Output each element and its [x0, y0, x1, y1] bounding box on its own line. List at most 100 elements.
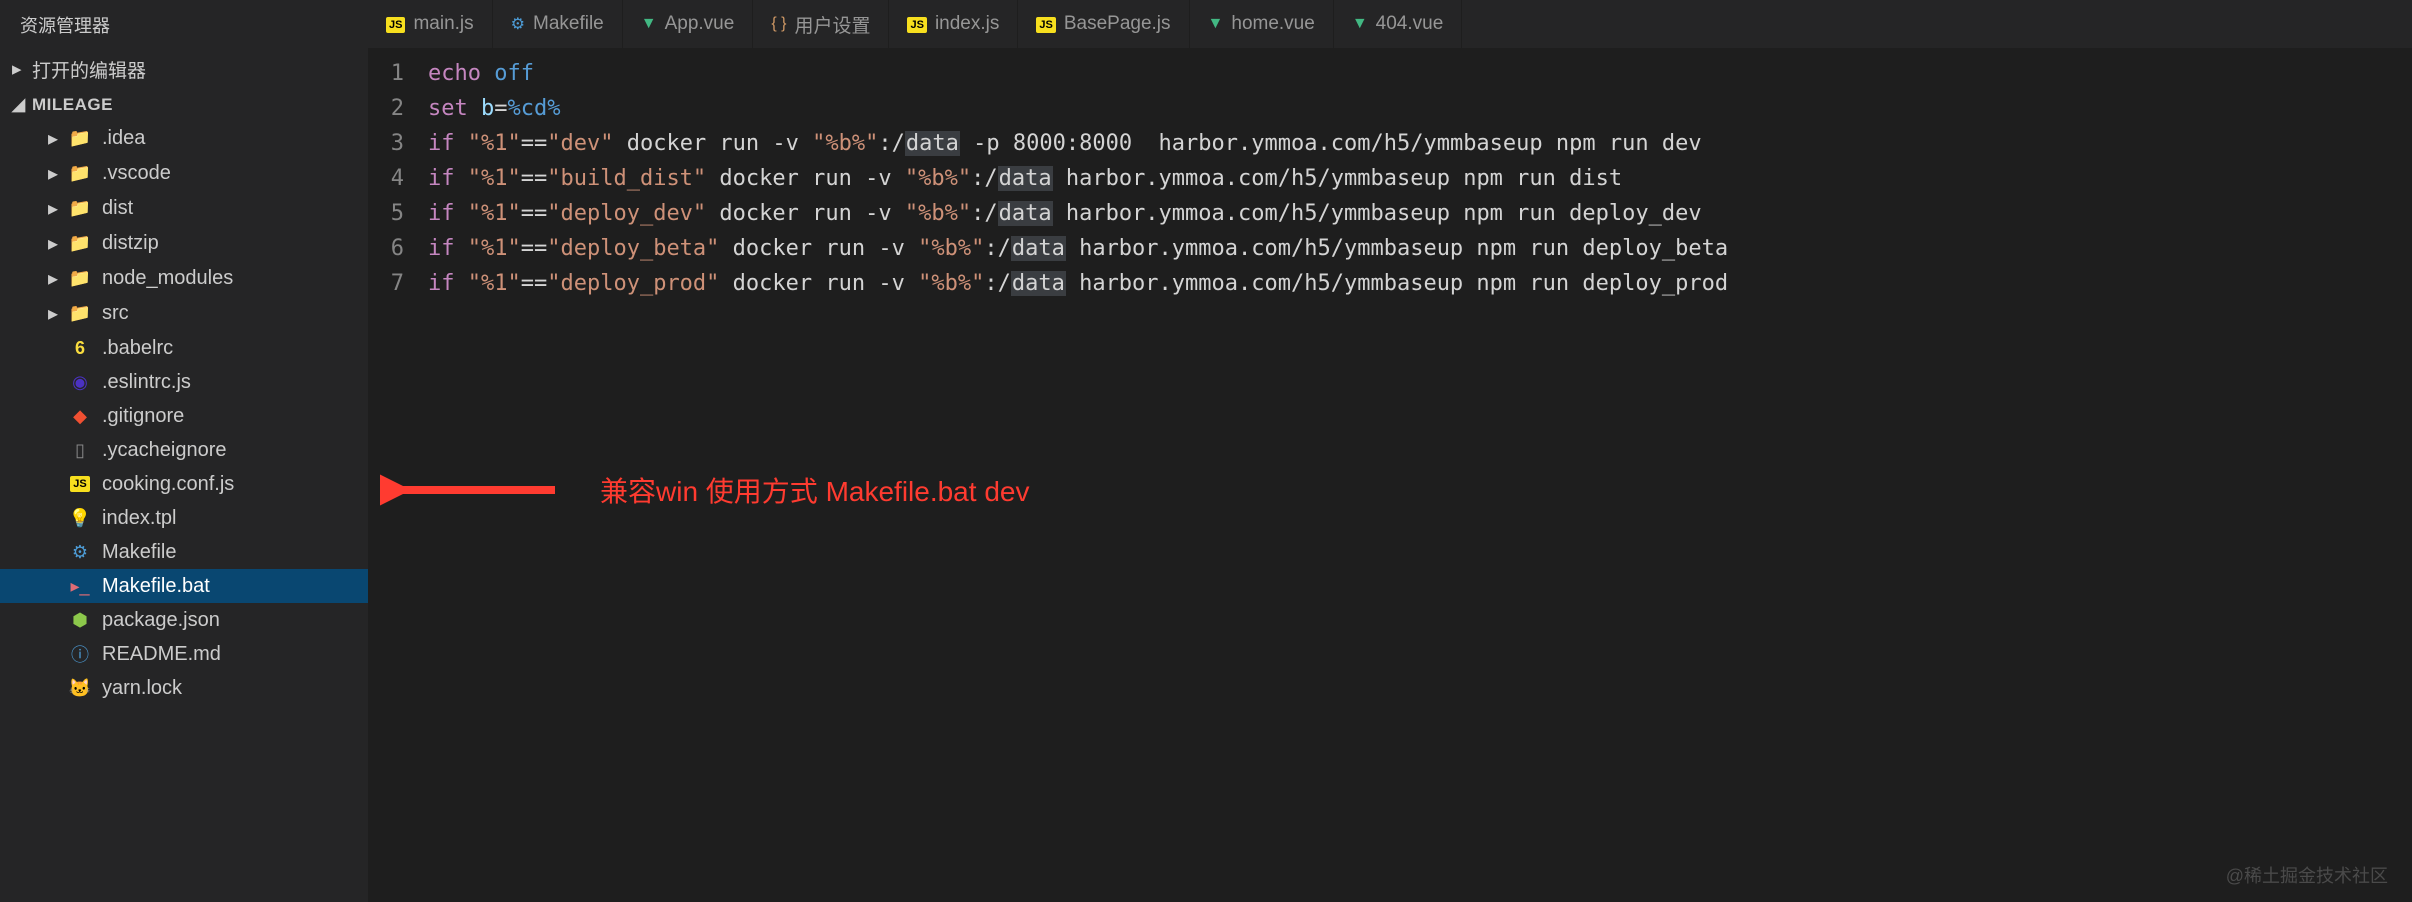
annotation-text: 兼容win 使用方式 Makefile.bat dev [600, 470, 1029, 510]
chevron-down-icon: ◢ [12, 95, 28, 115]
file-tree: ▸📁.idea▸📁.vscode▸📁dist▸📁distzip▸📁node_mo… [0, 121, 368, 705]
gear-icon: ⚙ [511, 14, 525, 34]
tree-item--ycacheignore[interactable]: ▯ .ycacheignore [0, 433, 368, 467]
info-icon: ⓘ [68, 642, 92, 666]
section-label: MILEAGE [32, 95, 113, 115]
brace-icon: { } [771, 15, 786, 33]
code-line: if "%1"=="deploy_prod" docker run -v "%b… [428, 266, 2412, 301]
tree-item-label: .gitignore [102, 405, 184, 428]
tab-----[interactable]: { } 用户设置 [753, 0, 889, 48]
chevron-right-icon: ▸ [48, 161, 64, 186]
tree-item-label: README.md [102, 643, 221, 666]
chevron-right-icon: ▸ [48, 126, 64, 151]
chevron-right-icon: ▸ [48, 196, 64, 221]
tree-item-distzip[interactable]: ▸📁 distzip [0, 226, 368, 261]
tree-item-label: .vscode [102, 162, 171, 185]
tree-item--eslintrc-js[interactable]: ◉ .eslintrc.js [0, 365, 368, 399]
tab-label: BasePage.js [1064, 13, 1171, 35]
tree-item-node-modules[interactable]: ▸📁 node_modules [0, 261, 368, 296]
section-label: 打开的编辑器 [32, 56, 146, 83]
project-section[interactable]: ◢ MILEAGE [0, 89, 368, 121]
tree-item-src[interactable]: ▸📁src [0, 296, 368, 331]
code-line: if "%1"=="deploy_beta" docker run -v "%b… [428, 231, 2412, 266]
code-line: if "%1"=="deploy_dev" docker run -v "%b%… [428, 196, 2412, 231]
tree-item--idea[interactable]: ▸📁 .idea [0, 121, 368, 156]
annotation-overlay: 兼容win 使用方式 Makefile.bat dev [380, 470, 1029, 510]
folder-green-icon: 📁 [68, 267, 92, 291]
tab-app-vue[interactable]: ▼ App.vue [623, 0, 754, 48]
tab-basepage-js[interactable]: JS BasePage.js [1018, 0, 1189, 48]
folder-icon: 📁 [68, 127, 92, 151]
tab-home-vue[interactable]: ▼home.vue [1190, 0, 1334, 48]
code-line: if "%1"=="dev" docker run -v "%b%":/data… [428, 126, 2412, 161]
vue-icon: ▼ [641, 15, 657, 33]
js-icon: JS [68, 472, 92, 496]
tab-index-js[interactable]: JSindex.js [889, 0, 1018, 48]
tab-main-js[interactable]: JS main.js [368, 0, 493, 48]
tab-makefile[interactable]: ⚙ Makefile [493, 0, 623, 48]
open-editors-section[interactable]: ▸ 打开的编辑器 [0, 50, 368, 89]
js-icon: JS [1036, 15, 1055, 33]
yarn-icon: 🐱 [68, 676, 92, 700]
tree-item-label: Makefile [102, 541, 176, 564]
babel-icon: 6 [68, 336, 92, 360]
folder-blue-icon: 📁 [68, 162, 92, 186]
node-icon: ⬢ [68, 608, 92, 632]
tree-item-label: node_modules [102, 267, 233, 290]
folder-green-icon: 📁 [68, 302, 92, 326]
editor-area: JS main.js ⚙ Makefile ▼ App.vue { } 用户设置 JSindex… [368, 0, 2412, 902]
tree-item-readme-md[interactable]: ⓘ README.md [0, 637, 368, 671]
tree-item-label: cooking.conf.js [102, 473, 234, 496]
tree-item-label: .idea [102, 127, 145, 150]
code-line: set b=%cd% [428, 91, 2412, 126]
tab-label: main.js [413, 13, 473, 35]
js-icon: JS [386, 15, 405, 33]
tree-item-makefile[interactable]: ⚙ Makefile [0, 535, 368, 569]
line-number: 3 [368, 126, 404, 161]
arrow-icon [380, 470, 560, 510]
tree-item-dist[interactable]: ▸📁dist [0, 191, 368, 226]
gear-icon: ⚙ [68, 540, 92, 564]
bat-icon: ▸_ [68, 574, 92, 598]
tree-item-label: index.tpl [102, 507, 177, 530]
line-number: 1 [368, 56, 404, 91]
line-number: 5 [368, 196, 404, 231]
line-number: 2 [368, 91, 404, 126]
js-icon: JS [907, 15, 926, 33]
tree-item-cooking-conf-js[interactable]: JS cooking.conf.js [0, 467, 368, 501]
line-number: 7 [368, 266, 404, 301]
tree-item--babelrc[interactable]: 6 .babelrc [0, 331, 368, 365]
tree-item-label: .eslintrc.js [102, 371, 191, 394]
code-line: echo off [428, 56, 2412, 91]
tree-item-index-tpl[interactable]: 💡 index.tpl [0, 501, 368, 535]
chevron-right-icon: ▸ [48, 231, 64, 256]
eslint-icon: ◉ [68, 370, 92, 394]
file-icon: ▯ [68, 438, 92, 462]
tree-item-label: Makefile.bat [102, 575, 210, 598]
tab-404-vue[interactable]: ▼404.vue [1334, 0, 1462, 48]
tree-item-yarn-lock[interactable]: 🐱yarn.lock [0, 671, 368, 705]
tree-item--vscode[interactable]: ▸📁 .vscode [0, 156, 368, 191]
tab-bar: JS main.js ⚙ Makefile ▼ App.vue { } 用户设置 JSindex… [368, 0, 2412, 48]
explorer-title: 资源管理器 [0, 0, 368, 50]
tree-item-label: .ycacheignore [102, 439, 227, 462]
tree-item-label: .babelrc [102, 337, 173, 360]
chevron-right-icon: ▸ [48, 266, 64, 291]
tree-item-label: package.json [102, 609, 220, 632]
tree-item-label: distzip [102, 232, 159, 255]
tree-item-makefile-bat[interactable]: ▸_ Makefile.bat [0, 569, 368, 603]
watermark: @稀土掘金技术社区 [2226, 862, 2388, 888]
folder-pink-icon: 📁 [68, 197, 92, 221]
bulb-icon: 💡 [68, 506, 92, 530]
folder-icon: 📁 [68, 232, 92, 256]
tab-label: App.vue [665, 13, 735, 35]
line-number: 4 [368, 161, 404, 196]
line-number: 6 [368, 231, 404, 266]
tab-label: home.vue [1231, 13, 1314, 35]
tab-label: Makefile [533, 13, 604, 35]
code-line: if "%1"=="build_dist" docker run -v "%b%… [428, 161, 2412, 196]
tree-item--gitignore[interactable]: ◆ .gitignore [0, 399, 368, 433]
tab-label: 用户设置 [794, 11, 870, 38]
tree-item-package-json[interactable]: ⬢ package.json [0, 603, 368, 637]
git-icon: ◆ [68, 404, 92, 428]
